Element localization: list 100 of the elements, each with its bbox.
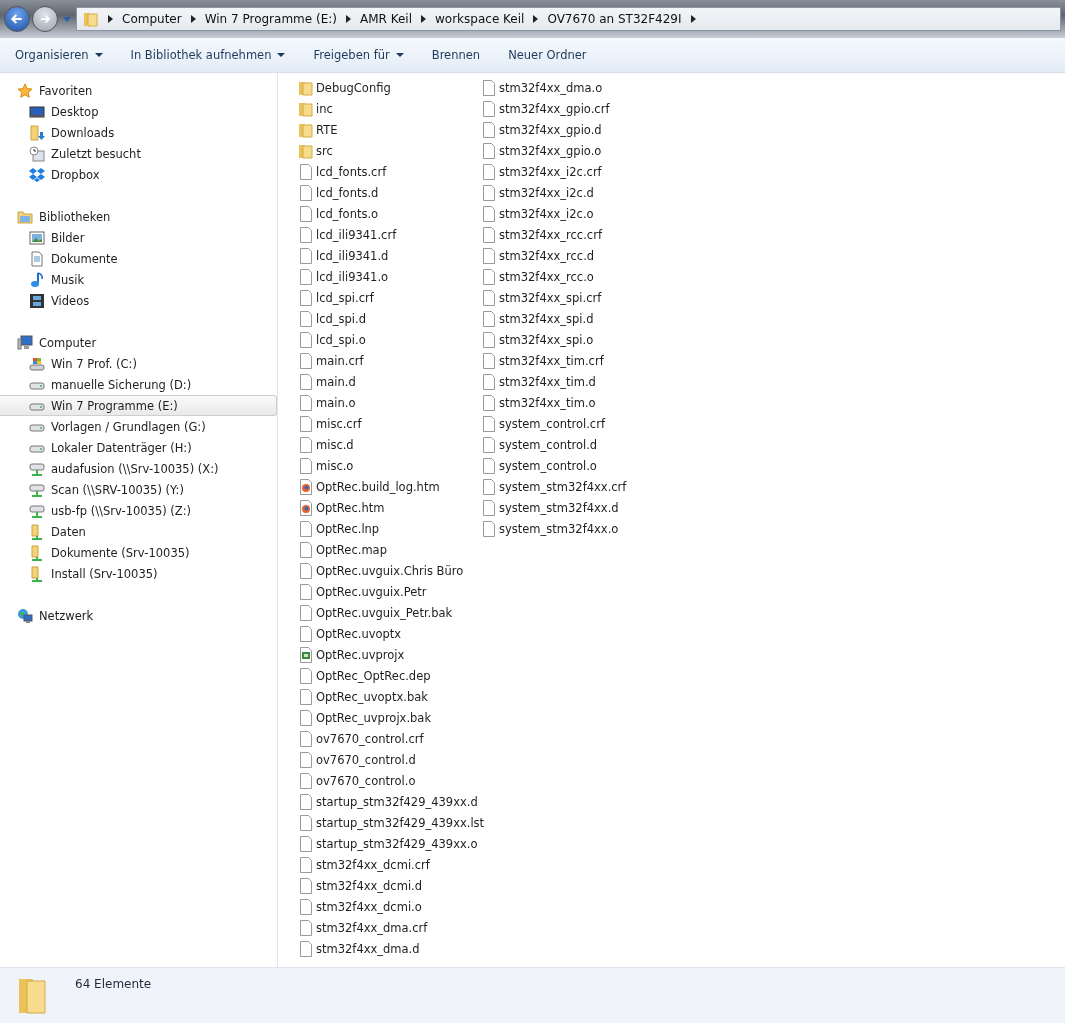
- sidebar-item[interactable]: Videos: [0, 290, 277, 311]
- sidebar-item[interactable]: Scan (\\SRV-10035) (Y:): [0, 479, 277, 500]
- sidebar-item[interactable]: Daten: [0, 521, 277, 542]
- file-item[interactable]: lcd_spi.o: [298, 329, 481, 350]
- breadcrumb[interactable]: Computer: [122, 12, 182, 26]
- file-item[interactable]: stm32f4xx_gpio.o: [481, 140, 664, 161]
- file-item[interactable]: system_stm32f4xx.d: [481, 497, 664, 518]
- file-item[interactable]: ov7670_control.o: [298, 770, 481, 791]
- file-item[interactable]: system_stm32f4xx.o: [481, 518, 664, 539]
- file-item[interactable]: lcd_fonts.crf: [298, 161, 481, 182]
- file-item[interactable]: system_control.o: [481, 455, 664, 476]
- sidebar-group-header[interactable]: Netzwerk: [0, 605, 277, 626]
- chevron-right-icon[interactable]: [421, 15, 426, 23]
- file-item[interactable]: lcd_spi.crf: [298, 287, 481, 308]
- breadcrumb[interactable]: OV7670 an ST32F429I: [547, 12, 682, 26]
- file-item[interactable]: lcd_spi.d: [298, 308, 481, 329]
- file-item[interactable]: OptRec.lnp: [298, 518, 481, 539]
- sidebar-group-header[interactable]: Favoriten: [0, 80, 277, 101]
- file-item[interactable]: stm32f4xx_i2c.o: [481, 203, 664, 224]
- file-item[interactable]: stm32f4xx_tim.o: [481, 392, 664, 413]
- breadcrumb[interactable]: workspace Keil: [435, 12, 525, 26]
- sidebar-item[interactable]: Win 7 Programme (E:): [0, 395, 277, 416]
- sidebar-item[interactable]: Install (Srv-10035): [0, 563, 277, 584]
- file-item[interactable]: OptRec_uvoptx.bak: [298, 686, 481, 707]
- file-item[interactable]: lcd_ili9341.d: [298, 245, 481, 266]
- file-item[interactable]: stm32f4xx_tim.crf: [481, 350, 664, 371]
- sidebar-item[interactable]: usb-fp (\\Srv-10035) (Z:): [0, 500, 277, 521]
- file-item[interactable]: stm32f4xx_dma.d: [298, 938, 481, 959]
- file-item[interactable]: stm32f4xx_dcmi.o: [298, 896, 481, 917]
- sidebar-group-header[interactable]: Bibliotheken: [0, 206, 277, 227]
- file-item[interactable]: stm32f4xx_gpio.crf: [481, 98, 664, 119]
- toolbar-button[interactable]: In Bibliothek aufnehmen: [122, 44, 294, 66]
- file-item[interactable]: main.crf: [298, 350, 481, 371]
- toolbar-button[interactable]: Brennen: [423, 44, 489, 66]
- chevron-right-icon[interactable]: [533, 15, 539, 23]
- chevron-right-icon[interactable]: [345, 15, 351, 23]
- file-item[interactable]: inc: [298, 98, 481, 119]
- chevron-right-icon[interactable]: [690, 15, 696, 23]
- file-item[interactable]: OptRec.uvguix_Petr.bak: [298, 602, 481, 623]
- file-item[interactable]: stm32f4xx_i2c.d: [481, 182, 664, 203]
- sidebar-item[interactable]: Downloads: [0, 122, 277, 143]
- file-item[interactable]: OptRec.uvprojx: [298, 644, 481, 665]
- file-item[interactable]: startup_stm32f429_439xx.d: [298, 791, 481, 812]
- file-item[interactable]: OptRec_OptRec.dep: [298, 665, 481, 686]
- file-item[interactable]: OptRec.uvguix.Chris Büro: [298, 560, 481, 581]
- file-item[interactable]: stm32f4xx_spi.d: [481, 308, 664, 329]
- file-item[interactable]: OptRec.uvoptx: [298, 623, 481, 644]
- toolbar-button[interactable]: Organisieren: [7, 44, 111, 66]
- file-item[interactable]: lcd_ili9341.crf: [298, 224, 481, 245]
- file-item[interactable]: main.o: [298, 392, 481, 413]
- sidebar-item[interactable]: manuelle Sicherung (D:): [0, 374, 277, 395]
- sidebar-group-header[interactable]: Computer: [0, 332, 277, 353]
- toolbar-button[interactable]: Neuer Ordner: [500, 44, 595, 66]
- file-item[interactable]: stm32f4xx_rcc.d: [481, 245, 664, 266]
- sidebar-item[interactable]: Desktop: [0, 101, 277, 122]
- file-item[interactable]: stm32f4xx_tim.d: [481, 371, 664, 392]
- file-item[interactable]: startup_stm32f429_439xx.o: [298, 833, 481, 854]
- file-item[interactable]: stm32f4xx_spi.o: [481, 329, 664, 350]
- file-item[interactable]: OptRec.uvguix.Petr: [298, 581, 481, 602]
- sidebar-item[interactable]: Vorlagen / Grundlagen (G:): [0, 416, 277, 437]
- file-item[interactable]: stm32f4xx_dma.o: [481, 77, 664, 98]
- file-item[interactable]: stm32f4xx_dcmi.crf: [298, 854, 481, 875]
- breadcrumb[interactable]: Win 7 Programme (E:): [204, 12, 337, 26]
- file-item[interactable]: stm32f4xx_i2c.crf: [481, 161, 664, 182]
- sidebar-item[interactable]: audafusion (\\Srv-10035) (X:): [0, 458, 277, 479]
- file-item[interactable]: system_stm32f4xx.crf: [481, 476, 664, 497]
- file-item[interactable]: OptRec_uvprojx.bak: [298, 707, 481, 728]
- address-bar[interactable]: Computer Win 7 Programme (E:) AMR Keil workspace Keil OV7670 an ST32F429I: [76, 7, 1061, 31]
- file-item[interactable]: stm32f4xx_rcc.crf: [481, 224, 664, 245]
- sidebar-item[interactable]: Lokaler Datenträger (H:): [0, 437, 277, 458]
- file-item[interactable]: misc.crf: [298, 413, 481, 434]
- toolbar-button[interactable]: Freigeben für: [305, 44, 412, 66]
- sidebar-item[interactable]: Dokumente (Srv-10035): [0, 542, 277, 563]
- back-button[interactable]: [4, 6, 30, 32]
- file-item[interactable]: OptRec.map: [298, 539, 481, 560]
- forward-button[interactable]: [32, 6, 58, 32]
- sidebar-item[interactable]: Musik: [0, 269, 277, 290]
- sidebar-item[interactable]: Bilder: [0, 227, 277, 248]
- file-item[interactable]: lcd_ili9341.o: [298, 266, 481, 287]
- file-item[interactable]: ov7670_control.crf: [298, 728, 481, 749]
- file-item[interactable]: stm32f4xx_dcmi.d: [298, 875, 481, 896]
- file-item[interactable]: lcd_fonts.d: [298, 182, 481, 203]
- file-item[interactable]: DebugConfig: [298, 77, 481, 98]
- file-item[interactable]: main.d: [298, 371, 481, 392]
- file-item[interactable]: stm32f4xx_rcc.o: [481, 266, 664, 287]
- file-item[interactable]: ov7670_control.d: [298, 749, 481, 770]
- file-item[interactable]: lcd_fonts.o: [298, 203, 481, 224]
- sidebar-item[interactable]: Win 7 Prof. (C:): [0, 353, 277, 374]
- sidebar-item[interactable]: Zuletzt besucht: [0, 143, 277, 164]
- sidebar-item[interactable]: Dropbox: [0, 164, 277, 185]
- file-item[interactable]: RTE: [298, 119, 481, 140]
- file-item[interactable]: OptRec.htm: [298, 497, 481, 518]
- file-item[interactable]: system_control.d: [481, 434, 664, 455]
- sidebar-item[interactable]: Dokumente: [0, 248, 277, 269]
- file-item[interactable]: misc.d: [298, 434, 481, 455]
- file-item[interactable]: misc.o: [298, 455, 481, 476]
- file-item[interactable]: src: [298, 140, 481, 161]
- chevron-right-icon[interactable]: [108, 15, 113, 23]
- file-item[interactable]: OptRec.build_log.htm: [298, 476, 481, 497]
- file-item[interactable]: system_control.crf: [481, 413, 664, 434]
